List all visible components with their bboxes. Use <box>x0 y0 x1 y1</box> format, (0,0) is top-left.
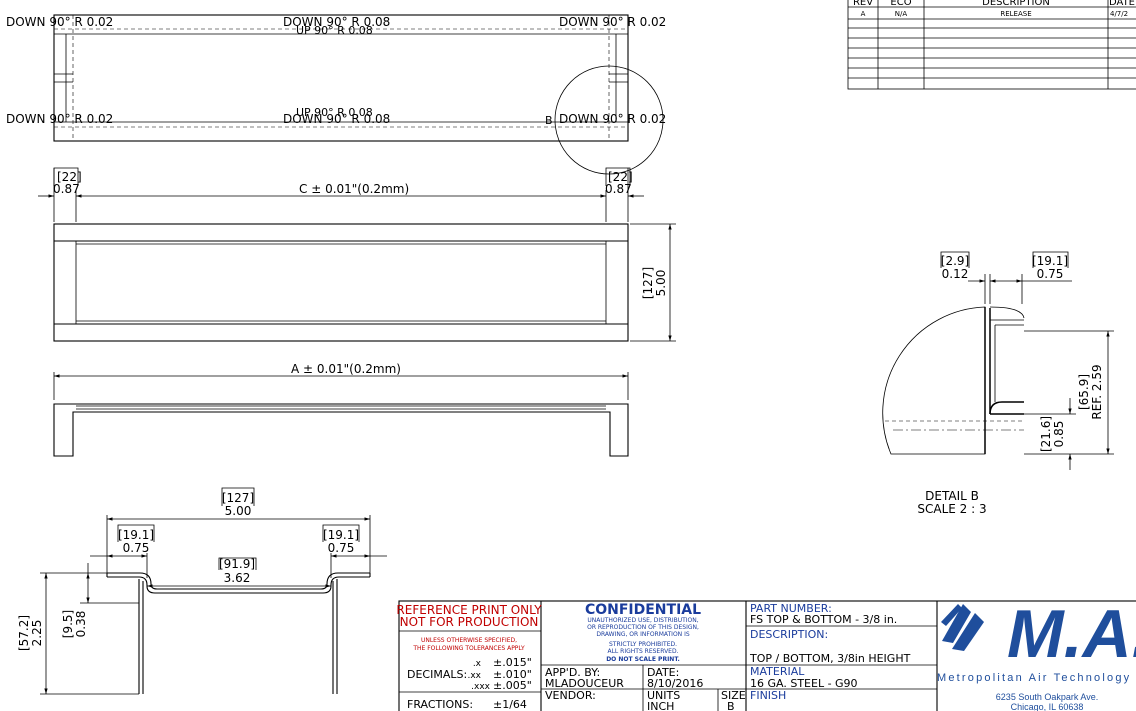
fractions-value: ±1/64 <box>493 698 527 711</box>
size-value: B <box>727 700 735 711</box>
length-a-dim: A ± 0.01"(0.2mm) <box>291 362 401 376</box>
description-cell: RELEASE <box>1000 10 1031 18</box>
dim-mm: [21.6] <box>1039 416 1053 452</box>
decimals-label: DECIMALS: <box>407 668 467 681</box>
drawing-sheet: DOWN 90° R 0.02 DOWN 90° R 0.08 UP 90° R… <box>6 0 1136 711</box>
company-address: 6235 South Oakpark Ave. <box>996 692 1098 702</box>
dim-in: 0.12 <box>942 267 969 281</box>
dim-mm: [19.1] <box>323 528 359 542</box>
company-logo: M.A.T <box>941 596 1136 672</box>
bend-label: DOWN 90° R 0.02 <box>6 15 113 29</box>
dim-in: 0.75 <box>1037 267 1064 281</box>
flat-pattern-view: DOWN 90° R 0.02 DOWN 90° R 0.08 UP 90° R… <box>6 14 666 175</box>
company-address: Chicago, IL 60638 <box>1011 702 1084 711</box>
date-cell: 4/7/2 <box>1110 10 1128 18</box>
confidential-text: OR REPRODUCTION OF THIS DESIGN, <box>587 624 699 631</box>
vendor-label: VENDOR: <box>545 689 596 702</box>
title-block: REFERENCE PRINT ONLY NOT FOR PRODUCTION … <box>396 596 1136 711</box>
fractions-label: FRACTIONS: <box>407 698 473 711</box>
dim-mm: [65.9] <box>1077 374 1091 410</box>
description-value: TOP / BOTTOM, 3/8in HEIGHT <box>749 652 911 665</box>
tolerance-note: THE FOLLOWING TOLERANCES APPLY <box>412 645 525 652</box>
front-view: A ± 0.01"(0.2mm) <box>53 362 629 457</box>
dim-mm: [91.9] <box>219 557 255 571</box>
dim-mm: [19.1] <box>118 528 154 542</box>
eco-cell: N/A <box>895 10 908 18</box>
eco-header: ECO <box>890 0 911 8</box>
detail-scale: SCALE 2 : 3 <box>917 502 986 516</box>
rev-cell: A <box>861 10 866 18</box>
date-header: DATE <box>1109 0 1135 8</box>
detail-marker: B <box>545 114 553 127</box>
logo-wordmark: M.A.T <box>1007 596 1136 672</box>
description-header: DESCRIPTION <box>982 0 1050 8</box>
top-view: [22] 0.87 [22] 0.87 C ± 0.01"(0.2mm) [12… <box>38 167 676 342</box>
bend-label: DOWN 90° R 0.02 <box>559 15 666 29</box>
finish-label: FINISH <box>750 689 786 702</box>
revision-table: REV ECO DESCRIPTION DATE A N/A RELEASE 4… <box>847 0 1136 90</box>
detail-b-view: [2.9] 0.12 [19.1] 0.75 [65.9] REF. 2.59 … <box>882 251 1114 516</box>
bend-label: DOWN 90° R 0.02 <box>559 112 666 126</box>
dim-in: 0.38 <box>74 611 88 638</box>
dim-in: 0.75 <box>328 541 355 555</box>
company-name: Metropolitan Air Technology <box>937 672 1131 684</box>
not-for-production-notice: NOT FOR PRODUCTION <box>400 615 539 629</box>
confidential-text: ALL RIGHTS RESERVED. <box>607 648 678 655</box>
dim-mm: [2.9] <box>941 254 969 268</box>
dim-in: 5.00 <box>654 270 668 297</box>
front-view-outline <box>53 403 629 457</box>
dim-in: 3.62 <box>224 571 251 585</box>
dim-mm: [19.1] <box>1032 254 1068 268</box>
bend-label: DOWN 90° R 0.08 <box>283 112 390 126</box>
bend-label: DOWN 90° R 0.02 <box>6 112 113 126</box>
dim-mm: [127] <box>641 267 655 299</box>
length-c-dim: C ± 0.01"(0.2mm) <box>299 182 409 196</box>
rev-header: REV <box>853 0 873 8</box>
confidential-text: DRAWING, OR INFORMATION IS <box>596 631 690 638</box>
confidential-text: DO NOT SCALE PRINT. <box>606 656 680 663</box>
decimal-format: .xx <box>467 671 481 681</box>
dim-in: 0.87 <box>605 182 632 196</box>
dim-mm: [127] <box>222 491 254 505</box>
dim-in: 0.75 <box>123 541 150 555</box>
confidential-text: STRICTLY PROHIBITED. <box>609 641 677 648</box>
tolerance-note: UNLESS OTHERWISE SPECIFIED, <box>421 637 517 644</box>
decimal-format: .x <box>473 659 482 669</box>
confidential-heading: CONFIDENTIAL <box>585 602 701 618</box>
part-number-value: FS TOP & BOTTOM - 3/8 in. <box>750 613 897 626</box>
dim-in: 5.00 <box>225 504 252 518</box>
confidential-text: UNAUTHORIZED USE, DISTRIBUTION, <box>587 617 698 624</box>
tolerance-value: ±.005" <box>493 679 532 692</box>
detail-title: DETAIL B <box>925 489 979 503</box>
detail-b-boundary <box>882 306 986 455</box>
dim-in: 0.85 <box>1052 421 1066 448</box>
dim-in: REF. 2.59 <box>1090 364 1104 419</box>
section-view: [127] 5.00 [19.1] 0.75 [19.1] 0.75 [91.9… <box>17 487 387 695</box>
dim-in: 2.25 <box>30 620 44 647</box>
units-value: INCH <box>647 700 674 711</box>
decimal-format: .xxx <box>471 682 491 692</box>
description-label: DESCRIPTION: <box>750 628 828 641</box>
dim-in: 0.87 <box>53 182 80 196</box>
bend-label: UP 90° R 0.08 <box>296 24 373 37</box>
dim-mm: [57.2] <box>17 615 31 651</box>
dim-mm: [9.5] <box>61 610 75 638</box>
